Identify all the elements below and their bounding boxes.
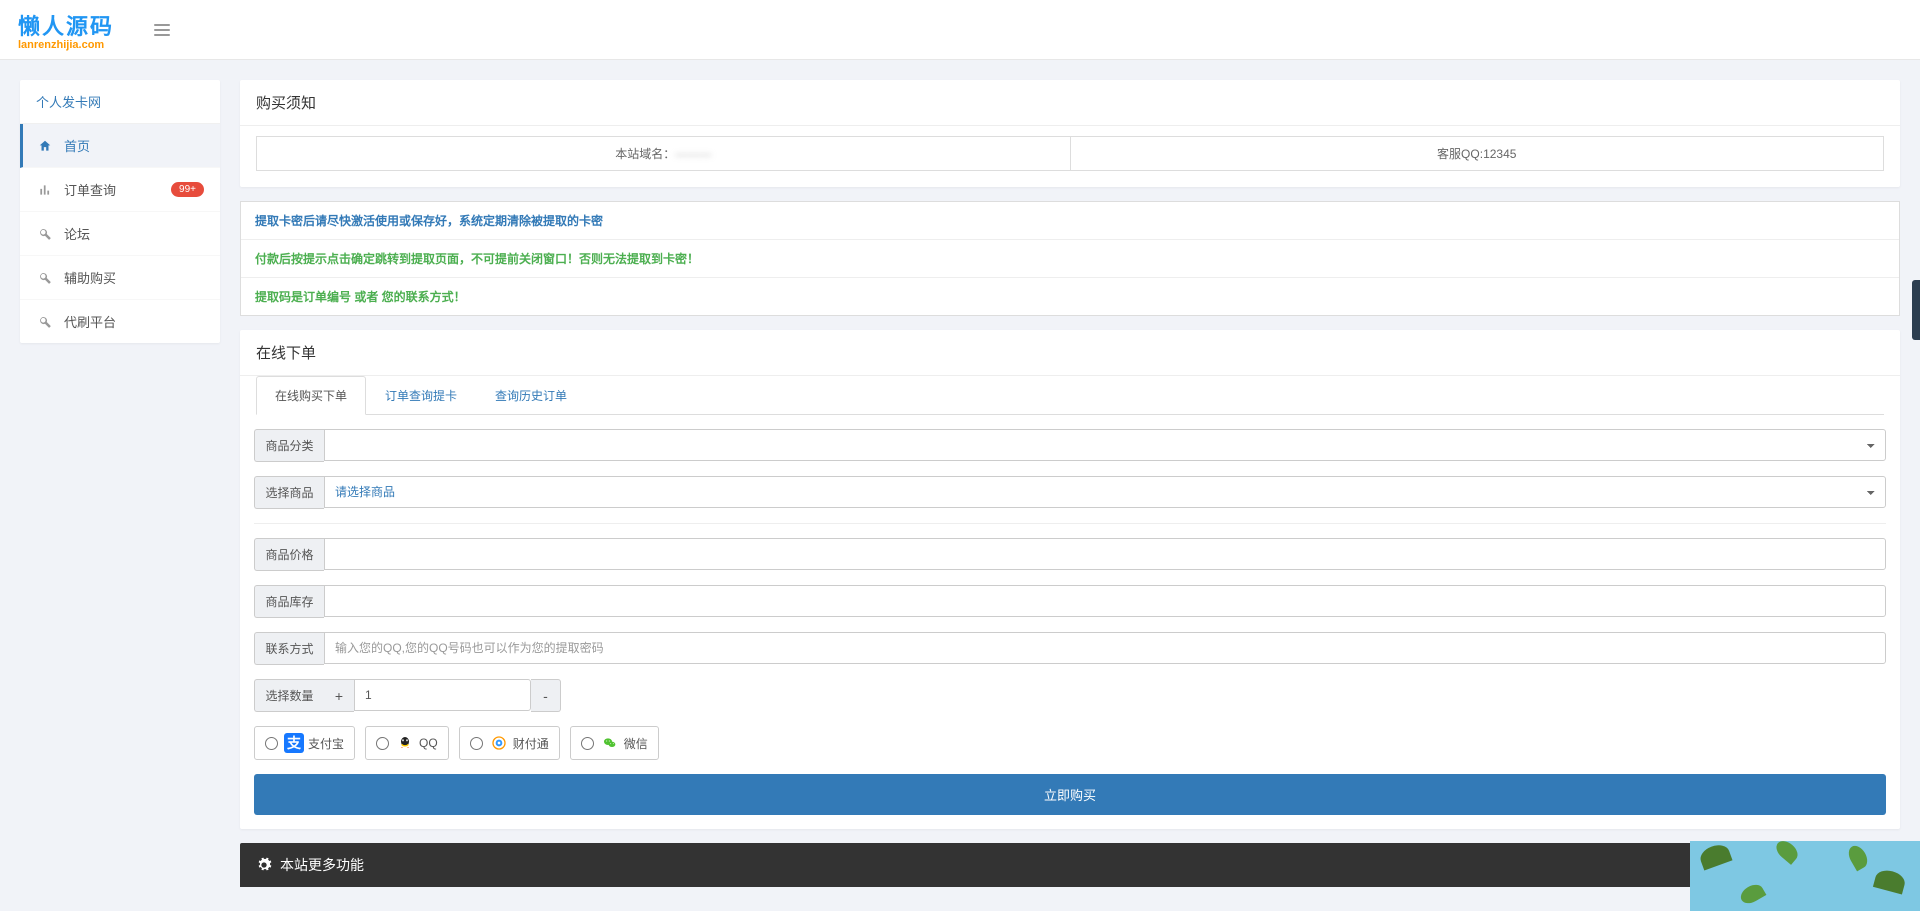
menu-toggle-icon[interactable] bbox=[154, 24, 170, 36]
pay-option-wechat[interactable]: 微信 bbox=[570, 726, 659, 760]
quantity-minus-button[interactable]: - bbox=[531, 679, 561, 712]
pay-label: 支付宝 bbox=[308, 735, 344, 752]
pay-radio[interactable] bbox=[376, 737, 389, 750]
badge: 99+ bbox=[171, 182, 204, 197]
pay-option-tenpay[interactable]: 财付通 bbox=[459, 726, 560, 760]
home-icon bbox=[36, 139, 54, 153]
pay-radio[interactable] bbox=[265, 737, 278, 750]
quantity-plus-button[interactable]: + bbox=[324, 679, 354, 712]
qq-value: 12345 bbox=[1483, 147, 1516, 161]
quantity-label: 选择数量 bbox=[254, 679, 324, 712]
alipay-icon: 支 bbox=[284, 733, 304, 753]
tenpay-icon bbox=[489, 733, 509, 753]
wechat-icon bbox=[600, 733, 620, 753]
pay-option-alipay[interactable]: 支 支付宝 bbox=[254, 726, 355, 760]
product-row: 选择商品 请选择商品 bbox=[254, 476, 1886, 509]
sidebar-item-label: 辅助购买 bbox=[64, 268, 116, 287]
pay-label: 微信 bbox=[624, 735, 648, 752]
pay-radio[interactable] bbox=[470, 737, 483, 750]
floating-decoration bbox=[1690, 841, 1920, 911]
notice-list: 提取卡密后请尽快激活使用或保存好，系统定期清除被提取的卡密 付款后按提示点击确定… bbox=[240, 201, 1900, 316]
wrench-icon bbox=[36, 227, 54, 241]
qq-label: 客服QQ: bbox=[1437, 147, 1483, 161]
edge-handle[interactable] bbox=[1912, 280, 1920, 340]
pay-label: QQ bbox=[419, 736, 438, 750]
chart-icon bbox=[36, 183, 54, 197]
sidebar-item-label: 订单查询 bbox=[64, 180, 116, 199]
category-label: 商品分类 bbox=[254, 429, 324, 462]
logo-main: 懒人源码 bbox=[18, 9, 114, 41]
price-label: 商品价格 bbox=[254, 538, 324, 571]
panel-title: 购买须知 bbox=[240, 80, 1900, 126]
features-panel-header: 本站更多功能 bbox=[240, 843, 1900, 887]
qq-icon bbox=[395, 733, 415, 753]
tabs: 在线购买下单 订单查询提卡 查询历史订单 bbox=[256, 376, 1884, 415]
gear-icon bbox=[256, 857, 272, 873]
main: 购买须知 本站域名：——— 客服QQ:12345 提取卡密后请尽快激活使用或保存… bbox=[240, 80, 1900, 887]
sidebar-item-label: 代刷平台 bbox=[64, 312, 116, 331]
domain-value: ——— bbox=[675, 147, 711, 161]
sidebar-item-label: 论坛 bbox=[64, 224, 90, 243]
stock-label: 商品库存 bbox=[254, 585, 324, 618]
logo-sub: lanrenzhijia.com bbox=[18, 39, 114, 51]
order-panel: 在线下单 在线购买下单 订单查询提卡 查询历史订单 商品分类 选择商品 请选择商… bbox=[240, 330, 1900, 829]
tab-query-card[interactable]: 订单查询提卡 bbox=[366, 376, 476, 415]
pay-label: 财付通 bbox=[513, 735, 549, 752]
features-title: 本站更多功能 bbox=[280, 855, 364, 875]
header: 懒人源码 lanrenzhijia.com bbox=[0, 0, 1920, 60]
quantity-input[interactable] bbox=[354, 679, 531, 711]
tab-buy[interactable]: 在线购买下单 bbox=[256, 376, 366, 415]
stock-row: 商品库存 bbox=[254, 585, 1886, 618]
sidebar: 个人发卡网 首页 订单查询 99+ 论坛 辅助购买 bbox=[20, 80, 220, 343]
notice-item: 付款后按提示点击确定跳转到提取页面，不可提前关闭窗口！否则无法提取到卡密！ bbox=[241, 240, 1899, 278]
wrench-icon bbox=[36, 271, 54, 285]
category-row: 商品分类 bbox=[254, 429, 1886, 462]
tab-history[interactable]: 查询历史订单 bbox=[476, 376, 586, 415]
notice-item: 提取卡密后请尽快激活使用或保存好，系统定期清除被提取的卡密 bbox=[241, 202, 1899, 240]
qq-info: 客服QQ:12345 bbox=[1071, 137, 1884, 170]
quantity-row: 选择数量 + - bbox=[254, 679, 1886, 712]
product-label: 选择商品 bbox=[254, 476, 324, 509]
sidebar-item-home[interactable]: 首页 bbox=[20, 124, 220, 168]
domain-info: 本站域名：——— bbox=[257, 137, 1071, 170]
pay-radio[interactable] bbox=[581, 737, 594, 750]
order-form: 商品分类 选择商品 请选择商品 商品价格 商品库存 bbox=[240, 415, 1900, 829]
pay-option-qq[interactable]: QQ bbox=[365, 726, 449, 760]
contact-row: 联系方式 bbox=[254, 632, 1886, 665]
contact-input[interactable] bbox=[324, 632, 1886, 664]
category-select[interactable] bbox=[324, 429, 1886, 461]
notice-item: 提取码是订单编号 或者 您的联系方式！ bbox=[241, 278, 1899, 315]
info-row: 本站域名：——— 客服QQ:12345 bbox=[256, 136, 1884, 171]
sidebar-item-label: 首页 bbox=[64, 136, 90, 155]
domain-label: 本站域名： bbox=[615, 147, 675, 161]
contact-label: 联系方式 bbox=[254, 632, 324, 665]
wrench-icon bbox=[36, 315, 54, 329]
stock-input bbox=[324, 585, 1886, 617]
sidebar-item-assist-buy[interactable]: 辅助购买 bbox=[20, 256, 220, 300]
sidebar-item-proxy-platform[interactable]: 代刷平台 bbox=[20, 300, 220, 343]
submit-button[interactable]: 立即购买 bbox=[254, 774, 1886, 815]
sidebar-header: 个人发卡网 bbox=[20, 80, 220, 124]
payment-row: 支 支付宝 QQ 财付通 bbox=[254, 726, 1886, 760]
product-select[interactable]: 请选择商品 bbox=[324, 476, 1886, 508]
panel-title: 在线下单 bbox=[240, 330, 1900, 376]
sidebar-item-order-query[interactable]: 订单查询 99+ bbox=[20, 168, 220, 212]
logo[interactable]: 懒人源码 lanrenzhijia.com bbox=[18, 9, 114, 51]
purchase-notice-panel: 购买须知 本站域名：——— 客服QQ:12345 bbox=[240, 80, 1900, 187]
price-row: 商品价格 bbox=[254, 538, 1886, 571]
sidebar-item-forum[interactable]: 论坛 bbox=[20, 212, 220, 256]
price-input bbox=[324, 538, 1886, 570]
